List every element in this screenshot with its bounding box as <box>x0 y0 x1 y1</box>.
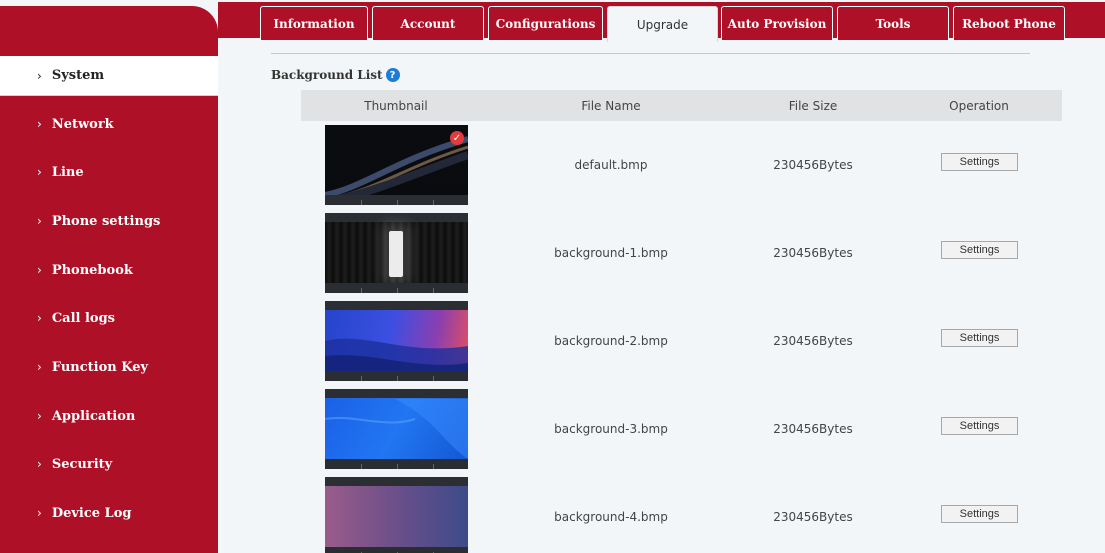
file-size: 230456Bytes <box>773 510 853 524</box>
file-name: default.bmp <box>574 158 648 172</box>
sidebar-item-label: Application <box>51 408 136 424</box>
file-name: background-4.bmp <box>554 510 668 524</box>
file-name: background-3.bmp <box>554 422 668 436</box>
sidebar-item-security[interactable]: › Security <box>0 444 218 484</box>
tab-upgrade[interactable]: Upgrade <box>607 6 718 42</box>
thumbnail-topbar <box>325 213 468 222</box>
thumbnail-image[interactable] <box>325 213 468 293</box>
tab-information[interactable]: Information <box>260 6 368 40</box>
tab-auto-provision[interactable]: Auto Provision <box>721 6 833 40</box>
table-row: ✓ default.bmp 230456Bytes Settings <box>301 121 1062 209</box>
file-size: 230456Bytes <box>773 422 853 436</box>
tab-label: Account <box>400 16 456 31</box>
chevron-right-icon: › <box>37 263 42 277</box>
table-row: background-2.bmp 230456Bytes Settings <box>301 297 1062 385</box>
settings-button[interactable]: Settings <box>941 329 1018 347</box>
thumbnail-bar <box>325 371 468 381</box>
chevron-right-icon: › <box>37 214 42 228</box>
chevron-right-icon: › <box>37 457 42 471</box>
tab-tools[interactable]: Tools <box>837 6 949 40</box>
table-row: background-3.bmp 230456Bytes Settings <box>301 385 1062 473</box>
thumbnail-bar <box>325 459 468 469</box>
chevron-right-icon: › <box>37 165 42 179</box>
sidebar-item-label: Line <box>51 164 84 180</box>
tab-label: Tools <box>875 16 911 31</box>
settings-button[interactable]: Settings <box>941 153 1018 171</box>
tab-reboot-phone[interactable]: Reboot Phone <box>953 6 1065 40</box>
settings-button[interactable]: Settings <box>941 241 1018 259</box>
thumbnail-bar <box>325 195 468 205</box>
sidebar-item-label: System <box>51 68 105 83</box>
tab-label: Upgrade <box>636 17 689 32</box>
thumbnail-bar <box>325 283 468 293</box>
tab-label: Configurations <box>495 16 596 31</box>
settings-button[interactable]: Settings <box>941 417 1018 435</box>
sidebar-item-label: Function Key <box>51 359 149 375</box>
thumbnail-light <box>389 231 403 277</box>
sidebar-item-function-key[interactable]: › Function Key <box>0 347 218 387</box>
thumbnail-image[interactable] <box>325 477 468 553</box>
table-row: background-1.bmp 230456Bytes Settings <box>301 209 1062 297</box>
sidebar-item-label: Phonebook <box>51 262 133 278</box>
tab-account[interactable]: Account <box>372 6 484 40</box>
sidebar-item-line[interactable]: › Line <box>0 152 218 192</box>
chevron-right-icon: › <box>37 117 42 131</box>
sidebar-logo-card <box>0 6 218 47</box>
thumbnail-image[interactable]: ✓ <box>325 125 468 205</box>
tab-configurations[interactable]: Configurations <box>488 6 603 40</box>
thumbnail-image[interactable] <box>325 301 468 381</box>
thumbnail-bar <box>325 547 468 553</box>
sidebar-item-label: Security <box>51 456 113 472</box>
tab-label: Reboot Phone <box>962 16 1056 31</box>
sidebar-item-label: Network <box>51 116 114 132</box>
section-title: Background List ? <box>271 68 400 82</box>
file-size: 230456Bytes <box>773 158 853 172</box>
chevron-right-icon: › <box>37 68 42 83</box>
divider <box>271 53 1030 54</box>
column-header-file-size: File Size <box>788 98 838 113</box>
chevron-right-icon: › <box>37 409 42 423</box>
sidebar-item-label: Call logs <box>51 310 116 326</box>
column-header-file-name: File Name <box>581 98 641 113</box>
chevron-right-icon: › <box>37 506 42 520</box>
thumbnail-topbar <box>325 477 468 486</box>
tab-label: Auto Provision <box>727 16 827 31</box>
sidebar-item-phone-settings[interactable]: › Phone settings <box>0 201 218 241</box>
table-row: background-4.bmp 230456Bytes Settings <box>301 473 1062 553</box>
file-name: background-1.bmp <box>554 246 668 260</box>
table-header-row: Thumbnail File Name File Size Operation <box>301 90 1062 121</box>
question-icon[interactable]: ? <box>385 68 400 82</box>
file-size: 230456Bytes <box>773 334 853 348</box>
sidebar-top <box>0 0 218 47</box>
sidebar-item-system[interactable]: › System <box>0 56 218 96</box>
settings-button[interactable]: Settings <box>941 505 1018 523</box>
file-size: 230456Bytes <box>773 246 853 260</box>
sidebar-item-call-logs[interactable]: › Call logs <box>0 298 218 338</box>
thumbnail-image[interactable] <box>325 389 468 469</box>
section-title-text: Background List <box>271 68 383 82</box>
chevron-right-icon: › <box>37 360 42 374</box>
sidebar-item-device-log[interactable]: › Device Log <box>0 493 218 533</box>
sidebar-item-application[interactable]: › Application <box>0 396 218 436</box>
column-header-operation: Operation <box>949 98 1009 113</box>
sidebar: › System › Network › Line › Phone settin… <box>0 0 218 553</box>
page: › System › Network › Line › Phone settin… <box>0 0 1105 553</box>
sidebar-item-phonebook[interactable]: › Phonebook <box>0 250 218 290</box>
sidebar-item-label: Device Log <box>51 505 132 521</box>
sidebar-item-network[interactable]: › Network <box>0 104 218 144</box>
file-name: background-2.bmp <box>554 334 668 348</box>
column-header-thumbnail: Thumbnail <box>364 98 428 113</box>
check-icon: ✓ <box>450 131 464 145</box>
tab-label: Information <box>273 16 355 31</box>
chevron-right-icon: › <box>37 311 42 325</box>
sidebar-item-label: Phone settings <box>51 213 161 229</box>
